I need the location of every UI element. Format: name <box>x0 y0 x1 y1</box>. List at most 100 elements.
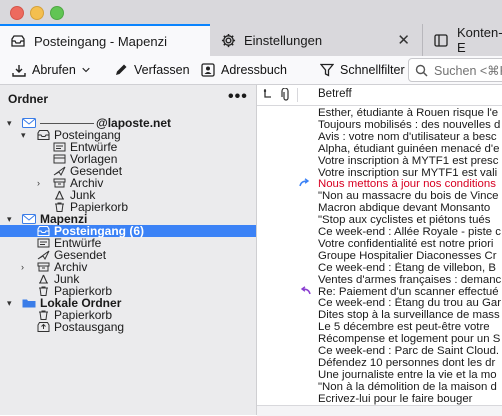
message-subject: Une journaliste entre la vie et la mo <box>318 368 497 381</box>
message-row[interactable]: Une journaliste entre la vie et la mo <box>257 369 502 381</box>
message-row[interactable]: Macron abdique devant Monsanto <box>257 202 502 214</box>
get-messages-dropdown[interactable] <box>82 56 96 84</box>
folder-item[interactable]: ▾ @laposte.net <box>0 117 256 129</box>
message-row[interactable]: Récompense et logement pour un S <box>257 333 502 345</box>
message-row[interactable]: Avis : votre nom d'utilisateur a besc <box>257 131 502 143</box>
folder-item[interactable]: Gesendet <box>0 165 256 177</box>
message-row[interactable]: Le 5 décembre est peut-être votre <box>257 321 502 333</box>
local-folder-icon <box>22 298 36 309</box>
message-row[interactable]: Nous mettons à jour nos conditions <box>257 178 502 190</box>
inbox-icon <box>36 130 50 141</box>
message-subject: Récompense et logement pour un S <box>318 333 501 346</box>
folder-item[interactable]: ▾ Lokale Ordner <box>0 297 256 309</box>
junk-icon <box>36 274 50 285</box>
message-row[interactable]: Esther, étudiante à Rouen risque l'e <box>257 107 502 119</box>
message-row[interactable]: Défendez 10 personnes dont les dr <box>257 357 502 369</box>
message-subject: Ecrivez-lui pour le faire bouger <box>318 392 473 405</box>
folder-item[interactable]: Vorlagen <box>0 153 256 165</box>
message-subject: Votre confidentialité est notre priori <box>318 237 494 250</box>
sent-icon <box>52 166 66 177</box>
minimize-window-button[interactable] <box>30 6 44 20</box>
message-row[interactable]: Alpha, étudiant guinéen menacé d'e <box>257 143 502 155</box>
download-icon <box>12 64 26 77</box>
address-book-icon <box>201 63 215 77</box>
folder-pane-header: Ordner ••• <box>0 85 256 111</box>
message-row[interactable]: "Stop aux cyclistes et piétons tués <box>257 214 502 226</box>
message-row[interactable]: Ventes d'armes françaises : demanc <box>257 274 502 286</box>
message-row[interactable]: Dites stop à la surveillance de mass <box>257 309 502 321</box>
subject-column-header[interactable]: Betreff <box>318 88 352 100</box>
archive-icon <box>36 262 50 273</box>
folder-item[interactable]: Papierkorb <box>0 201 256 213</box>
tab-inbox[interactable]: Posteingang - Mapenzi <box>0 24 210 56</box>
twisty-open-icon[interactable]: ▾ <box>7 297 12 309</box>
twisty-open-icon[interactable]: ▾ <box>7 117 12 129</box>
tab-label: Konten-E <box>457 25 502 55</box>
twisty-open-icon[interactable]: ▾ <box>21 129 26 141</box>
folder-item[interactable]: Postausgang <box>0 321 256 333</box>
message-row[interactable]: Votre inscription à MYTF1 est presc <box>257 155 502 167</box>
folder-item[interactable]: Entwürfe <box>0 141 256 153</box>
folder-item[interactable]: › Archiv <box>0 261 256 273</box>
junk-icon <box>52 190 66 201</box>
message-subject: Ce week-end : Étang de villebon, B <box>318 261 496 274</box>
status-bar <box>257 405 502 416</box>
message-subject: Avis : votre nom d'utilisateur a besc <box>318 130 497 143</box>
close-window-button[interactable] <box>10 6 24 20</box>
message-row[interactable]: Votre inscription sur MYTF1 est vali <box>257 167 502 179</box>
message-subject: "Non à la démolition de la maison d <box>318 380 497 393</box>
message-row[interactable]: Ce week-end : Étang du trou au Gar <box>257 297 502 309</box>
folder-item[interactable]: › Archiv <box>0 177 256 189</box>
folder-item[interactable]: ▾ Posteingang <box>0 129 256 141</box>
close-icon[interactable]: ✕ <box>397 31 410 49</box>
message-row[interactable]: Ce week-end : Étang de villebon, B <box>257 262 502 274</box>
message-row[interactable]: Ce week-end : Allée Royale - piste c <box>257 226 502 238</box>
compose-button[interactable]: Verfassen <box>114 56 190 84</box>
search-input[interactable]: Suchen <⌘K <box>408 58 502 82</box>
tab-account-settings[interactable]: Konten-E <box>422 24 502 56</box>
tab-settings[interactable]: Einstellungen ✕ <box>210 24 422 56</box>
drafts-icon <box>52 142 66 153</box>
message-row[interactable]: Ecrivez-lui pour le faire bouger <box>257 393 502 405</box>
trash-icon <box>36 286 50 297</box>
message-row[interactable]: Ce week-end : Parc de Saint Cloud. <box>257 345 502 357</box>
folder-pane-menu-button[interactable]: ••• <box>228 88 248 106</box>
message-subject: Dites stop à la surveillance de mass <box>318 309 500 322</box>
message-row[interactable]: "Non à la démolition de la maison d <box>257 381 502 393</box>
address-book-button[interactable]: Adressbuch <box>201 56 287 84</box>
folder-pane-title: Ordner <box>8 92 49 106</box>
message-subject: Votre inscription sur MYTF1 est vali <box>318 166 498 179</box>
folder-item[interactable]: Entwürfe <box>0 237 256 249</box>
twisty-closed-icon[interactable]: › <box>37 177 40 189</box>
gear-icon <box>220 32 236 48</box>
trash-icon <box>36 310 50 321</box>
filter-icon <box>320 63 334 77</box>
message-subject: Ventes d'armes françaises : demanc <box>318 273 502 286</box>
message-list: Betreff Esther, étudiante à Rouen risque… <box>257 85 502 415</box>
attachment-column-icon[interactable] <box>281 87 291 104</box>
pencil-icon <box>116 64 127 75</box>
folder-item[interactable]: Gesendet <box>0 249 256 261</box>
get-messages-button[interactable]: Abrufen <box>12 56 76 84</box>
replied-icon <box>299 285 311 298</box>
message-row[interactable]: Groupe Hospitalier Diaconesses Cr <box>257 250 502 262</box>
inbox-icon <box>10 33 26 49</box>
tab-label: Posteingang - Mapenzi <box>34 33 167 49</box>
thread-column-icon[interactable] <box>263 88 273 103</box>
trash-icon <box>52 202 66 213</box>
quick-filter-button[interactable]: Schnellfilter <box>320 56 405 84</box>
message-row[interactable]: Toujours mobilisés : des nouvelles d <box>257 119 502 131</box>
folder-item[interactable]: Papierkorb <box>0 285 256 297</box>
message-subject: Re: Paiement d'un scanner effectué <box>318 285 499 298</box>
twisty-closed-icon[interactable]: › <box>21 261 24 273</box>
zoom-window-button[interactable] <box>50 6 64 20</box>
message-row[interactable]: Votre confidentialité est notre priori <box>257 238 502 250</box>
folder-item[interactable]: Papierkorb <box>0 309 256 321</box>
twisty-open-icon[interactable]: ▾ <box>7 213 12 225</box>
message-row[interactable]: Re: Paiement d'un scanner effectué <box>257 286 502 298</box>
folder-item[interactable]: Posteingang (6) <box>0 225 256 237</box>
message-row[interactable]: "Non au massacre du bois de Vince <box>257 190 502 202</box>
folder-item[interactable]: Junk <box>0 273 256 285</box>
folder-pane: Ordner ••• ▾ @laposte.net ▾ Posteingang Entw… <box>0 85 257 415</box>
message-subject: Groupe Hospitalier Diaconesses Cr <box>318 249 497 262</box>
